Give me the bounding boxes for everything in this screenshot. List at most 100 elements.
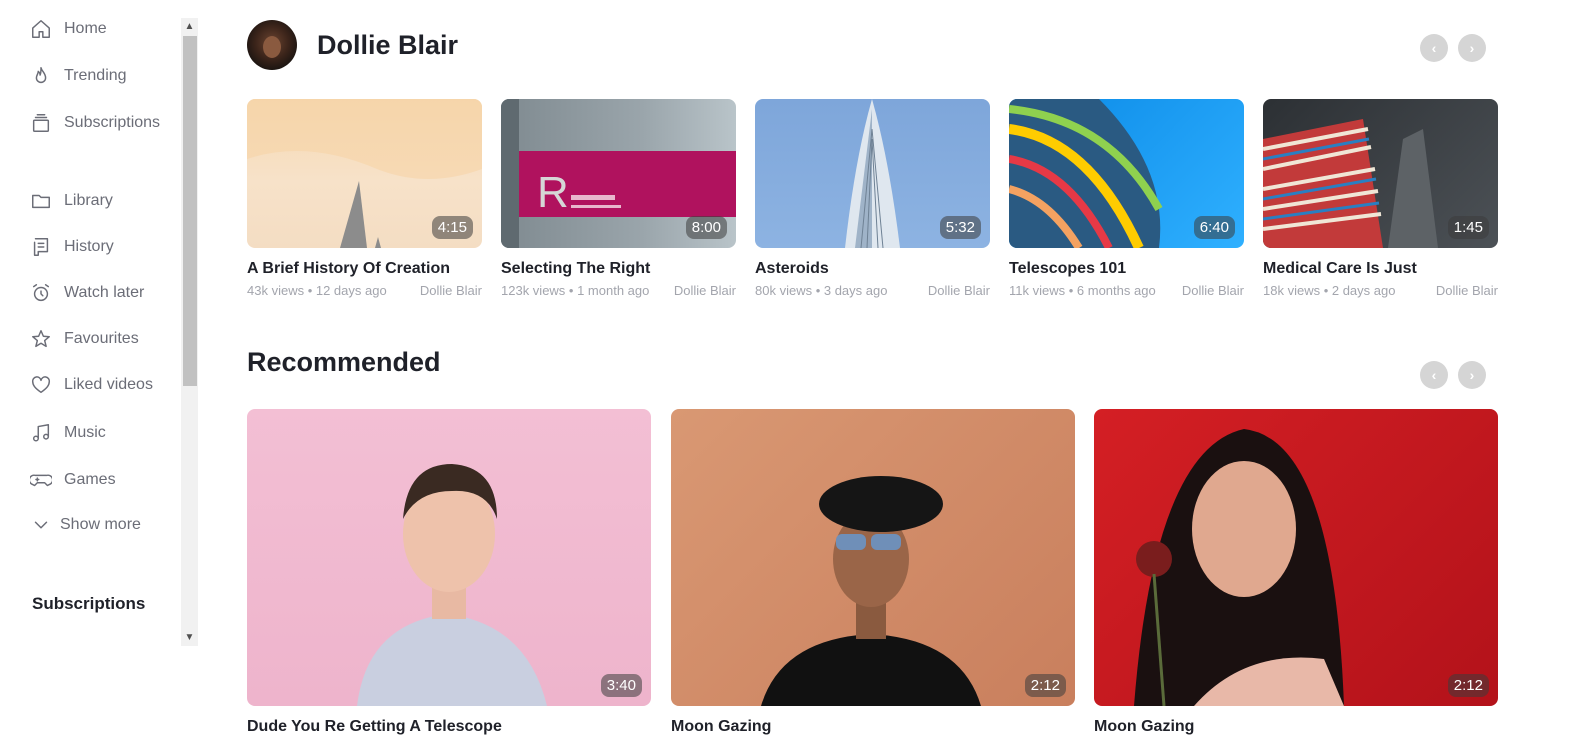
sidebar-item-music[interactable]: Music (30, 418, 106, 448)
video-views: 18k views (1263, 283, 1321, 298)
video-author[interactable]: Dollie Blair (420, 283, 482, 298)
sidebar-item-label: Liked videos (64, 376, 153, 393)
chevron-down-icon (30, 514, 52, 536)
scroll-up-icon[interactable]: ▲ (181, 18, 198, 35)
video-views: 123k views (501, 283, 566, 298)
video-thumbnail[interactable]: 6:40 (1009, 99, 1244, 248)
video-title[interactable]: Moon Gazing (671, 718, 1075, 736)
video-author[interactable]: Dollie Blair (928, 283, 990, 298)
video-meta: 43k views • 12 days ago Dollie Blair (247, 283, 482, 298)
video-thumbnail[interactable]: 4:15 (247, 99, 482, 248)
sidebar-item-history[interactable]: History (30, 232, 114, 262)
video-meta: 80k views • 3 days ago Dollie Blair (755, 283, 990, 298)
video-title[interactable]: Telescopes 101 (1009, 260, 1244, 278)
meta-separator: • (304, 283, 316, 298)
channel-name[interactable]: Dollie Blair (317, 30, 458, 61)
show-more-label: Show more (60, 516, 141, 533)
video-title[interactable]: Asteroids (755, 260, 990, 278)
sidebar-item-favourites[interactable]: Favourites (30, 324, 139, 354)
video-card[interactable]: R 8:00 Selecting The Right 123k views • … (501, 99, 736, 298)
video-thumbnail[interactable]: 2:12 (1094, 409, 1498, 706)
sidebar-item-label: Games (64, 471, 116, 488)
video-meta: 18k views • 2 days ago Dollie Blair (1263, 283, 1498, 298)
video-title[interactable]: Moon Gazing (1094, 718, 1498, 736)
sidebar-item-trending[interactable]: Trending (30, 61, 127, 91)
chevron-left-icon: ‹ (1431, 367, 1437, 383)
recommended-next-button[interactable]: › (1458, 361, 1486, 389)
video-title[interactable]: Dude You Re Getting A Telescope (247, 718, 651, 736)
show-more-button[interactable]: Show more (30, 510, 141, 540)
sidebar-item-label: Subscriptions (64, 114, 161, 131)
video-title[interactable]: A Brief History Of Creation (247, 260, 482, 278)
video-duration: 2:12 (1024, 674, 1066, 697)
video-duration: 4:15 (431, 216, 473, 239)
sidebar-item-label: Watch later (64, 284, 145, 301)
video-author[interactable]: Dollie Blair (1182, 283, 1244, 298)
meta-separator: • (1065, 283, 1077, 298)
scroll-down-icon[interactable]: ▼ (181, 629, 198, 646)
sidebar-item-label: Favourites (64, 330, 139, 347)
avatar[interactable] (247, 20, 297, 70)
video-thumbnail[interactable]: 1:45 (1263, 99, 1498, 248)
home-icon (30, 18, 52, 40)
video-card[interactable]: 4:15 A Brief History Of Creation 43k vie… (247, 99, 482, 298)
video-duration: 1:45 (1447, 216, 1489, 239)
channel-header: Dollie Blair (247, 20, 458, 70)
video-views: 80k views (755, 283, 813, 298)
sidebar-item-home[interactable]: Home (30, 14, 107, 44)
sidebar-item-label: Library (64, 192, 113, 209)
subscriptions-heading: Subscriptions (32, 594, 146, 613)
flame-icon (30, 65, 52, 87)
video-card[interactable]: 5:32 Asteroids 80k views • 3 days ago Do… (755, 99, 990, 298)
video-age: 1 month ago (577, 283, 650, 298)
sidebar-item-label: History (64, 238, 114, 255)
video-thumbnail[interactable]: 2:12 (671, 409, 1075, 706)
sidebar-item-label: Trending (64, 67, 127, 84)
video-card[interactable]: 2:12 Moon Gazing (1094, 409, 1498, 736)
channel-next-button[interactable]: › (1458, 34, 1486, 62)
video-duration: 5:32 (939, 216, 981, 239)
star-icon (30, 328, 52, 350)
svg-text:R: R (537, 168, 569, 217)
sidebar-item-subscriptions[interactable]: Subscriptions (30, 108, 160, 138)
sidebar-item-library[interactable]: Library (30, 186, 113, 216)
subscriptions-icon (30, 112, 52, 134)
meta-separator: • (565, 283, 578, 298)
video-author[interactable]: Dollie Blair (674, 283, 736, 298)
video-card[interactable]: 1:45 Medical Care Is Just 18k views • 2 … (1263, 99, 1498, 298)
music-note-icon (30, 422, 52, 444)
video-title[interactable]: Medical Care Is Just (1263, 260, 1498, 278)
section-title: Recommended (247, 347, 441, 377)
video-thumbnail[interactable]: 3:40 (247, 409, 651, 706)
video-duration: 2:12 (1447, 674, 1489, 697)
gamepad-icon (30, 469, 52, 491)
meta-separator: • (812, 283, 824, 298)
chevron-left-icon: ‹ (1431, 40, 1437, 56)
video-meta: 123k views • 1 month ago Dollie Blair (501, 283, 736, 298)
video-meta: 11k views • 6 months ago Dollie Blair (1009, 283, 1244, 298)
video-thumbnail[interactable]: 5:32 (755, 99, 990, 248)
recommended-prev-button[interactable]: ‹ (1420, 361, 1448, 389)
video-duration: 3:40 (600, 674, 642, 697)
video-author[interactable]: Dollie Blair (1436, 283, 1498, 298)
sidebar-item-watch-later[interactable]: Watch later (30, 278, 144, 308)
sidebar-scrollbar[interactable]: ▲ ▼ (181, 18, 198, 646)
sidebar-item-liked-videos[interactable]: Liked videos (30, 370, 153, 400)
video-card[interactable]: 3:40 Dude You Re Getting A Telescope (247, 409, 651, 736)
video-views: 11k views (1009, 283, 1066, 298)
video-views: 43k views (247, 283, 305, 298)
scrollbar-thumb[interactable] (183, 36, 197, 386)
video-title[interactable]: Selecting The Right (501, 260, 736, 278)
video-age: 2 days ago (1331, 283, 1396, 298)
chevron-right-icon: › (1469, 367, 1475, 383)
video-thumbnail[interactable]: R 8:00 (501, 99, 736, 248)
video-age: 3 days ago (823, 283, 888, 298)
sidebar-item-label: Music (64, 424, 106, 441)
channel-prev-button[interactable]: ‹ (1420, 34, 1448, 62)
sidebar-item-games[interactable]: Games (30, 465, 116, 495)
video-age: 12 days ago (315, 283, 387, 298)
sidebar: Home Trending Subscriptions Library Hist… (0, 0, 181, 646)
video-card[interactable]: 2:12 Moon Gazing (671, 409, 1075, 736)
video-card[interactable]: 6:40 Telescopes 101 11k views • 6 months… (1009, 99, 1244, 298)
meta-separator: • (1320, 283, 1332, 298)
